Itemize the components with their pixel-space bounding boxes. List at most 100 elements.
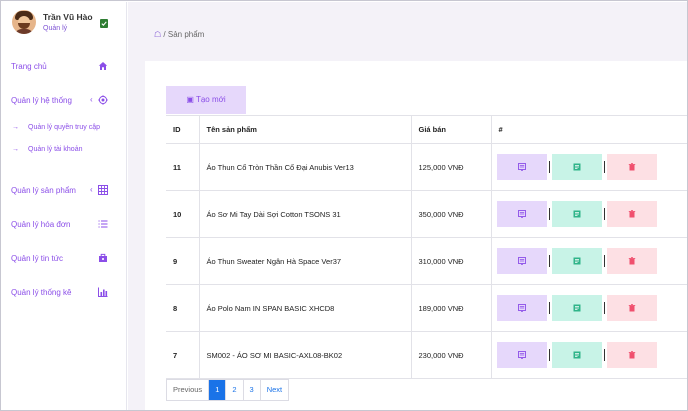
home-icon [98,62,108,70]
cell-actions [491,237,687,285]
divider [548,302,550,314]
sidebar-subitem-access[interactable]: → Quản lý quyền truy cập [2,124,127,136]
sidebar-item-label: Quản lý tin tức [11,254,64,263]
cell-name: SM002 - ÁO SƠ MI BASIC-AXL08-BK02 [199,331,412,379]
cell-actions [491,284,687,332]
cell-id: 9 [166,237,200,285]
breadcrumb: ☖ / Sản phẩm [154,30,204,39]
divider [548,349,550,361]
bar-chart-icon [98,287,108,297]
cell-actions [491,190,687,238]
cell-name: Áo Sơ Mi Tay Dài Sợi Cotton TSONS 31 [199,190,412,238]
view-button[interactable] [496,154,547,180]
newspaper-icon [99,253,107,262]
sidebar: Trần Vũ Hào Quản lý Trang chủ Quản lý hệ… [2,2,127,410]
trash-icon [628,304,635,312]
page-previous-button[interactable]: Previous [167,380,210,400]
breadcrumb-current: Sản phẩm [167,30,205,39]
edit-button[interactable] [551,154,602,180]
sidebar-item-systems[interactable]: Quản lý hệ thống ‹ [2,95,127,109]
delete-button[interactable] [606,295,657,321]
view-button[interactable] [496,295,547,321]
product-card: ▣ Tạo mới ID Tên sản phẩm Giá bán # 11 Áo… [145,61,687,410]
page-2-button[interactable]: 2 [226,380,244,400]
view-icon [517,351,526,359]
delete-button[interactable] [606,248,657,274]
page-3-button[interactable]: 3 [244,380,261,400]
sidebar-item-label: Quản lý sản phẩm [11,186,76,195]
grid-icon [98,185,108,195]
cell-id: 7 [166,331,200,379]
sidebar-subitem-accounts[interactable]: → Quản lý tài khoản [2,146,127,158]
cell-price: 310,000 VNĐ [411,237,492,285]
edit-icon [573,304,580,312]
arrow-right-icon: → [12,124,19,131]
cell-actions [491,143,687,191]
arrow-right-icon: → [12,146,19,153]
sidebar-item-products[interactable]: Quản lý sản phẩm ‹ [2,185,127,199]
create-button-label: Tạo mới [195,95,226,104]
divider [603,208,605,220]
view-button[interactable] [496,342,547,368]
sidebar-item-stats[interactable]: Quản lý thống kê [2,287,127,301]
column-header-actions: # [491,115,687,144]
pagination: Previous 1 2 3 Next [166,379,290,401]
view-icon [517,163,526,171]
trash-icon [628,351,635,359]
user-name: Trần Vũ Hào [43,12,93,22]
divider [603,302,605,314]
table-row: 8 Áo Polo Nam IN SPAN BASIC XHCD8 189,000 … [166,284,687,332]
delete-button[interactable] [606,201,657,227]
divider [548,208,550,220]
cell-name: Áo Thun Cổ Tròn Thần Cổ Đại Anubis Ver13 [199,143,412,191]
chevron-left-icon: ‹ [90,185,93,194]
page-next-button[interactable]: Next [261,380,288,400]
edit-button[interactable] [551,201,602,227]
create-icon: ▣ [186,95,194,104]
sidebar-item-home[interactable]: Trang chủ [2,61,127,75]
sidebar-item-label: Quản lý thống kê [11,288,72,297]
sidebar-item-news[interactable]: Quản lý tin tức [2,253,127,267]
page-1-button[interactable]: 1 [209,380,227,400]
cell-id: 10 [166,190,200,238]
edit-button[interactable] [551,248,602,274]
edit-icon [573,163,580,171]
edit-button[interactable] [551,295,602,321]
home-icon[interactable]: ☖ [154,30,161,39]
trash-icon [628,210,635,218]
divider [603,255,605,267]
create-button[interactable]: ▣ Tạo mới [166,86,246,114]
cell-actions [491,331,687,379]
table-row: 9 Áo Thun Sweater Ngân Hà Space Ver37 310,… [166,237,687,285]
view-button[interactable] [496,248,547,274]
view-icon [517,304,526,312]
sidebar-subitem-label: Quản lý quyền truy cập [28,124,100,131]
cell-price: 350,000 VNĐ [411,190,492,238]
divider [603,161,605,173]
sidebar-item-label: Quản lý hệ thống [11,96,72,105]
main-content: ☖ / Sản phẩm ▣ Tạo mới ID Tên sản phẩm G… [128,2,687,410]
settings-icon [98,95,108,105]
column-header-name: Tên sản phẩm [199,115,412,144]
user-profile: Trần Vũ Hào Quản lý [10,10,125,42]
trash-icon [628,163,635,171]
column-header-price: Giá bán [411,115,492,144]
divider [548,161,550,173]
delete-button[interactable] [606,154,657,180]
sidebar-subitem-label: Quản lý tài khoản [28,146,83,153]
avatar [12,10,36,34]
sidebar-item-label: Quản lý hóa đơn [11,220,71,229]
delete-button[interactable] [606,342,657,368]
cell-id: 11 [166,143,200,191]
sidebar-item-label: Trang chủ [11,62,47,71]
edit-button[interactable] [551,342,602,368]
divider [548,255,550,267]
cell-name: Áo Polo Nam IN SPAN BASIC XHCD8 [199,284,412,332]
breadcrumb-separator: / [163,30,166,39]
view-button[interactable] [496,201,547,227]
list-icon [98,220,108,228]
divider [603,349,605,361]
trash-icon [628,257,635,265]
table-row: 11 Áo Thun Cổ Tròn Thần Cổ Đại Anubis Ver… [166,143,687,191]
sidebar-item-orders[interactable]: Quản lý hóa đơn [2,219,127,233]
